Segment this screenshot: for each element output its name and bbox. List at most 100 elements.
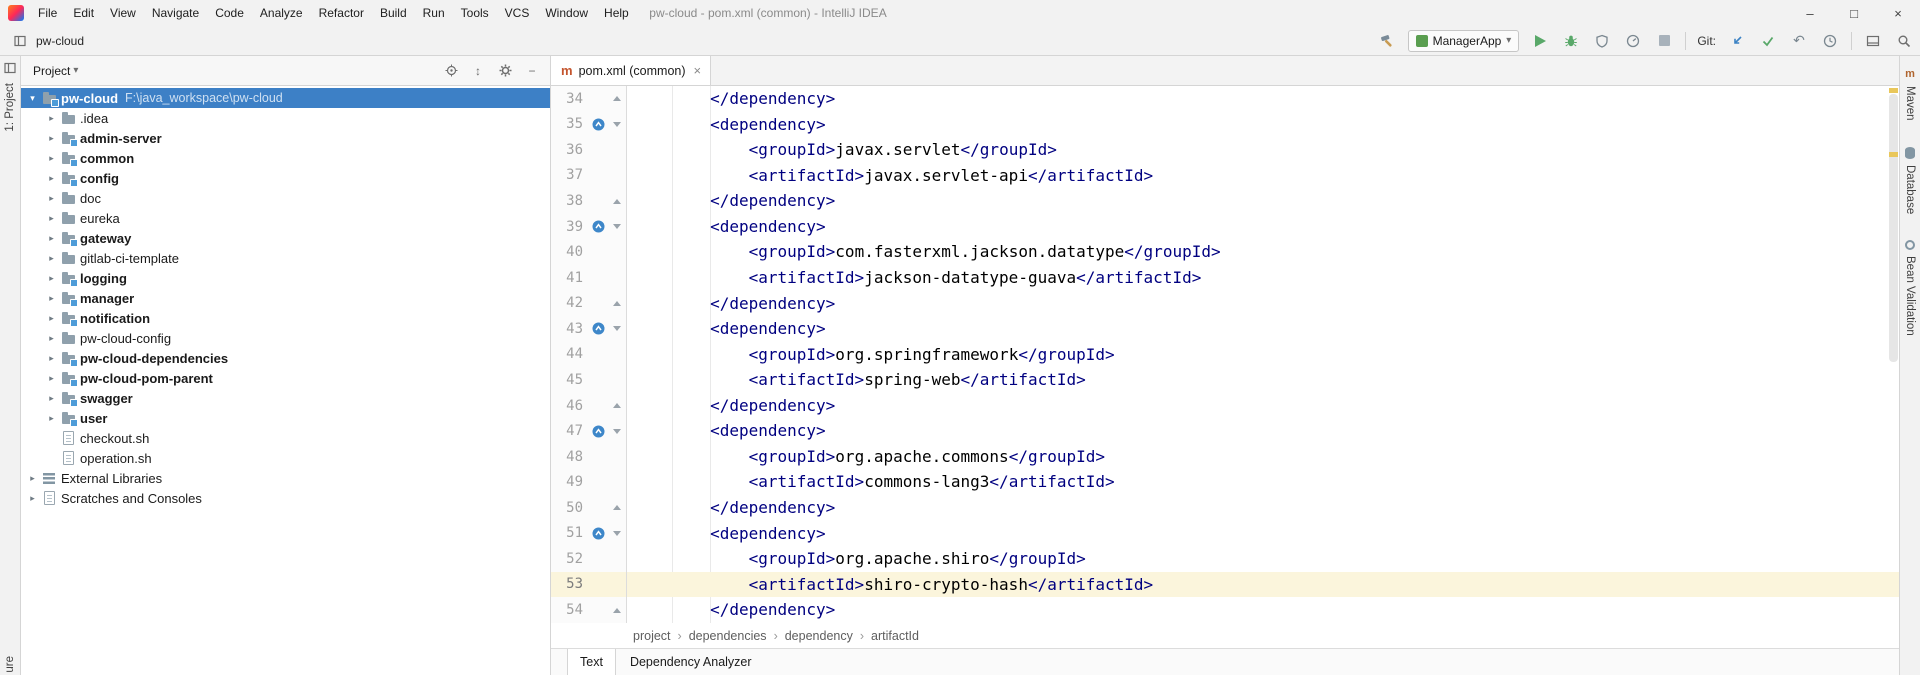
- run-configuration-selector[interactable]: ManagerApp ▾: [1408, 30, 1520, 52]
- code-line[interactable]: <artifactId>commons-lang3</artifactId>: [627, 469, 1899, 495]
- code-line[interactable]: <artifactId>spring-web</artifactId>: [627, 367, 1899, 393]
- chevron-collapsed-icon[interactable]: ▸: [44, 413, 59, 424]
- chevron-collapsed-icon[interactable]: ▸: [44, 193, 59, 204]
- tree-item-pw-cloud-pom-parent[interactable]: ▸pw-cloud-pom-parent: [21, 368, 550, 388]
- git-commit-button[interactable]: [1758, 30, 1778, 52]
- tab-pom-xml-common[interactable]: m pom.xml (common) ×: [551, 56, 711, 85]
- tree-item-gitlab-ci-template[interactable]: ▸gitlab-ci-template: [21, 248, 550, 268]
- code-line[interactable]: <dependency>: [627, 521, 1899, 547]
- tool-button-maven[interactable]: mMaven: [1904, 68, 1916, 121]
- git-update-button[interactable]: [1727, 30, 1747, 52]
- chevron-down-icon[interactable]: ▾: [73, 65, 78, 76]
- editor[interactable]: 3435363738394041424344454647484950515253…: [551, 86, 1899, 623]
- history-clock-icon[interactable]: [1820, 30, 1840, 52]
- code-line[interactable]: <dependency>: [627, 418, 1899, 444]
- maximize-button[interactable]: □: [1832, 0, 1876, 26]
- tree-item-pw-cloud[interactable]: ▾pw-cloudF:\java_workspace\pw-cloud: [21, 88, 550, 108]
- breadcrumb-dependency[interactable]: dependency: [785, 629, 853, 643]
- tree-item-manager[interactable]: ▸manager: [21, 288, 550, 308]
- chevron-collapsed-icon[interactable]: ▸: [44, 253, 59, 264]
- chevron-collapsed-icon[interactable]: ▸: [44, 313, 59, 324]
- code-line[interactable]: </dependency>: [627, 188, 1899, 214]
- build-hammer-icon[interactable]: [1377, 30, 1397, 52]
- fold-start-icon[interactable]: [609, 531, 625, 536]
- breadcrumb-artifactid[interactable]: artifactId: [871, 629, 919, 643]
- tool-button-bean-validation[interactable]: Bean Validation: [1904, 240, 1916, 336]
- code-line[interactable]: <groupId>org.springframework</groupId>: [627, 342, 1899, 368]
- menu-code[interactable]: Code: [207, 0, 252, 26]
- close-button[interactable]: ×: [1876, 0, 1920, 26]
- fold-start-icon[interactable]: [609, 224, 625, 229]
- menu-build[interactable]: Build: [372, 0, 415, 26]
- coverage-button[interactable]: [1592, 30, 1612, 52]
- code-line[interactable]: </dependency>: [627, 393, 1899, 419]
- bottom-tab-text[interactable]: Text: [567, 649, 616, 675]
- stop-button[interactable]: [1654, 30, 1674, 52]
- tree-item-notification[interactable]: ▸notification: [21, 308, 550, 328]
- code-line[interactable]: <artifactId>javax.servlet-api</artifactI…: [627, 163, 1899, 189]
- navigation-breadcrumb[interactable]: pw-cloud: [36, 34, 84, 48]
- chevron-collapsed-icon[interactable]: ▸: [44, 113, 59, 124]
- menu-help[interactable]: Help: [596, 0, 637, 26]
- tree-item-user[interactable]: ▸user: [21, 408, 550, 428]
- structure-tool-button[interactable]: ure: [4, 656, 16, 673]
- fold-end-icon[interactable]: [609, 505, 625, 510]
- tree-item-operation-sh[interactable]: operation.sh: [21, 448, 550, 468]
- menu-view[interactable]: View: [102, 0, 144, 26]
- tool-button-database[interactable]: Database: [1904, 147, 1916, 214]
- project-tool-button[interactable]: 1: Project: [4, 83, 16, 132]
- debug-button[interactable]: [1561, 30, 1581, 52]
- maven-dependency-gutter-icon[interactable]: [592, 527, 605, 540]
- menu-window[interactable]: Window: [537, 0, 596, 26]
- settings-gear-icon[interactable]: [497, 63, 513, 79]
- menu-run[interactable]: Run: [415, 0, 453, 26]
- fold-end-icon[interactable]: [609, 403, 625, 408]
- menu-refactor[interactable]: Refactor: [311, 0, 372, 26]
- bottom-tab-dependency-analyzer[interactable]: Dependency Analyzer: [618, 649, 764, 675]
- chevron-collapsed-icon[interactable]: ▸: [44, 133, 59, 144]
- chevron-collapsed-icon[interactable]: ▸: [44, 373, 59, 384]
- code-line[interactable]: <artifactId>shiro-crypto-hash</artifactI…: [627, 572, 1899, 598]
- restore-layout-icon[interactable]: [1863, 30, 1883, 52]
- code-line[interactable]: </dependency>: [627, 495, 1899, 521]
- tree-item-checkout-sh[interactable]: checkout.sh: [21, 428, 550, 448]
- menu-analyze[interactable]: Analyze: [252, 0, 311, 26]
- project-view-title[interactable]: Project: [33, 64, 70, 78]
- chevron-collapsed-icon[interactable]: ▸: [44, 213, 59, 224]
- tree-item-pw-cloud-dependencies[interactable]: ▸pw-cloud-dependencies: [21, 348, 550, 368]
- fold-end-icon[interactable]: [609, 199, 625, 204]
- code-line[interactable]: <dependency>: [627, 214, 1899, 240]
- code-line[interactable]: <groupId>com.fasterxml.jackson.datatype<…: [627, 239, 1899, 265]
- code-line[interactable]: <artifactId>jackson-datatype-guava</arti…: [627, 265, 1899, 291]
- chevron-collapsed-icon[interactable]: ▸: [44, 353, 59, 364]
- tree-item-admin-server[interactable]: ▸admin-server: [21, 128, 550, 148]
- run-button[interactable]: [1530, 30, 1550, 52]
- menu-tools[interactable]: Tools: [453, 0, 497, 26]
- editor-scrollbar[interactable]: [1889, 94, 1898, 362]
- chevron-collapsed-icon[interactable]: ▸: [25, 473, 40, 484]
- warning-stripe-mark[interactable]: [1889, 152, 1898, 157]
- code-line[interactable]: <dependency>: [627, 316, 1899, 342]
- code-line[interactable]: <groupId>org.apache.shiro</groupId>: [627, 546, 1899, 572]
- tree-item-swagger[interactable]: ▸swagger: [21, 388, 550, 408]
- close-tab-icon[interactable]: ×: [692, 63, 702, 78]
- menu-edit[interactable]: Edit: [65, 0, 102, 26]
- chevron-collapsed-icon[interactable]: ▸: [25, 493, 40, 504]
- chevron-expanded-icon[interactable]: ▾: [25, 93, 40, 104]
- fold-start-icon[interactable]: [609, 122, 625, 127]
- code-line[interactable]: </dependency>: [627, 597, 1899, 623]
- tree-item-external-libraries[interactable]: ▸External Libraries: [21, 468, 550, 488]
- menu-file[interactable]: File: [30, 0, 65, 26]
- code-line[interactable]: </dependency>: [627, 291, 1899, 317]
- revert-button[interactable]: ↶: [1789, 30, 1809, 52]
- code-line[interactable]: </dependency>: [627, 86, 1899, 112]
- tree-item-doc[interactable]: ▸doc: [21, 188, 550, 208]
- hide-panel-icon[interactable]: −: [524, 63, 540, 79]
- fold-start-icon[interactable]: [609, 326, 625, 331]
- chevron-collapsed-icon[interactable]: ▸: [44, 173, 59, 184]
- fold-end-icon[interactable]: [609, 608, 625, 613]
- maven-dependency-gutter-icon[interactable]: [592, 220, 605, 233]
- code-line[interactable]: <groupId>org.apache.commons</groupId>: [627, 444, 1899, 470]
- code-line[interactable]: <groupId>javax.servlet</groupId>: [627, 137, 1899, 163]
- tree-item-common[interactable]: ▸common: [21, 148, 550, 168]
